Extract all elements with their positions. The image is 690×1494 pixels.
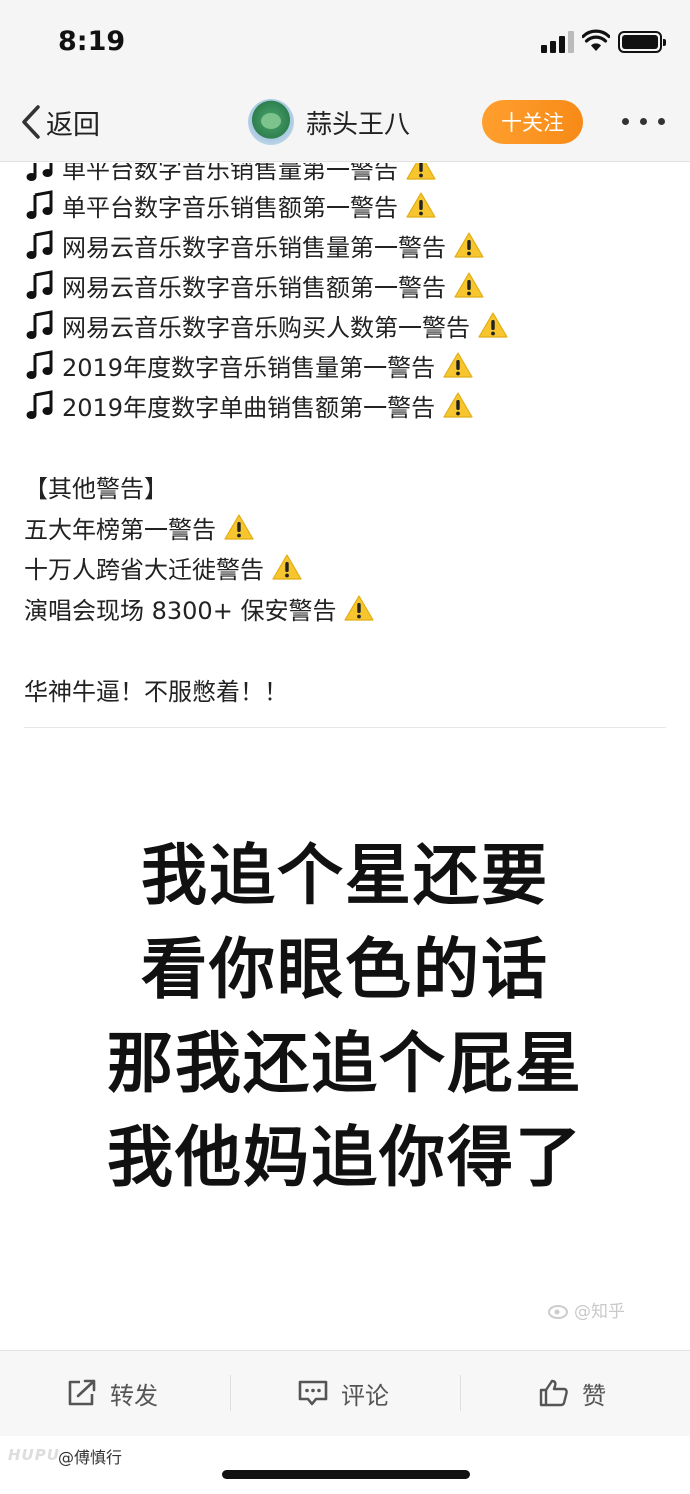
post-line: 单平台数字音乐销售额第一警告 (24, 185, 436, 225)
comment-label: 评论 (341, 1381, 389, 1410)
status-time: 8:19 (58, 26, 126, 57)
chevron-left-icon (22, 105, 40, 139)
post-line: 网易云音乐数字音乐销售额第一警告 (24, 265, 484, 305)
post-line-text: 【其他警告】 (24, 474, 168, 503)
like-label: 赞 (582, 1381, 606, 1410)
post-line-text: 十万人跨省大迁徙警告 (24, 555, 264, 584)
weibo-icon (548, 1304, 568, 1319)
post-line: 【其他警告】 (24, 466, 168, 506)
meme-line: 我他妈追你得了 (107, 1119, 583, 1196)
music-note-icon (26, 190, 53, 219)
share-icon (68, 1379, 96, 1406)
watermark-text: @知乎 (574, 1302, 625, 1322)
post-line: 网易云音乐数字音乐购买人数第一警告 (24, 305, 508, 345)
post-line-text: 网易云音乐数字音乐销售额第一警告 (62, 273, 446, 302)
post-line-text: 单平台数字音乐销售额第一警告 (62, 193, 398, 222)
post-line: 2019年度数字音乐销售量第一警告 (24, 345, 473, 385)
meme-line: 我追个星还要 (141, 837, 549, 914)
action-separator (230, 1375, 231, 1411)
warning-icon (454, 272, 484, 298)
warning-icon (272, 554, 302, 580)
repost-label: 转发 (110, 1381, 158, 1410)
post-line: 单平台数字音乐销售量第一警告 (24, 163, 436, 187)
repost-button[interactable]: 转发 (66, 1371, 158, 1415)
follow-button[interactable]: 十关注 (482, 100, 583, 144)
avatar[interactable] (248, 99, 294, 145)
post-line: 2019年度数字单曲销售额第一警告 (24, 385, 473, 425)
meme-image[interactable]: 我追个星还要 看你眼色的话 那我还追个屁星 我他妈追你得了 (0, 829, 690, 1205)
warning-icon (344, 595, 375, 621)
divider (24, 727, 666, 728)
post-line: 十万人跨省大迁徙警告 (24, 547, 302, 587)
comment-button[interactable]: 评论 (297, 1371, 389, 1415)
post-line-text: 演唱会现场 8300+ 保安警告 (24, 596, 337, 625)
cellular-signal-icon (541, 31, 575, 53)
bottom-area: HUPU @傅慎行 (0, 1436, 690, 1494)
post-line-text: 五大年榜第一警告 (24, 515, 216, 544)
warning-icon (406, 163, 436, 180)
warning-icon (406, 192, 436, 218)
post-content: 单平台数字音乐销售量第一警告单平台数字音乐销售额第一警告网易云音乐数字音乐销售量… (0, 163, 690, 1349)
warning-icon (478, 312, 508, 338)
thumbs-up-icon (539, 1379, 568, 1407)
music-note-icon (26, 270, 53, 299)
post-line: 华神牛逼！不服憋着！！ (24, 669, 288, 709)
post-line-text: 网易云音乐数字音乐销售量第一警告 (62, 233, 446, 262)
music-note-icon (26, 390, 53, 419)
action-bar: 转发 评论 赞 (0, 1350, 690, 1436)
post-line-text: 2019年度数字音乐销售量第一警告 (62, 353, 436, 382)
post-line-text: 单平台数字音乐销售量第一警告 (62, 163, 398, 184)
source-user: @傅慎行 (58, 1448, 123, 1467)
music-note-icon (26, 230, 53, 259)
source-watermark: HUPU (8, 1446, 60, 1464)
post-line: 网易云音乐数字音乐销售量第一警告 (24, 225, 484, 265)
more-options-icon[interactable] (622, 118, 666, 126)
post-line: 五大年榜第一警告 (24, 507, 254, 547)
meme-line: 看你眼色的话 (141, 931, 549, 1008)
nav-bar: 返回 蒜头王八 十关注 (0, 82, 690, 162)
post-line-text: 网易云音乐数字音乐购买人数第一警告 (62, 313, 470, 342)
back-button[interactable]: 返回 (20, 102, 100, 142)
home-indicator[interactable] (222, 1470, 470, 1479)
warning-icon (443, 392, 473, 418)
battery-icon (618, 31, 666, 53)
back-label: 返回 (46, 109, 100, 141)
post-line-text: 华神牛逼！不服憋着！！ (24, 677, 288, 706)
post-line: 演唱会现场 8300+ 保安警告 (24, 588, 375, 628)
music-note-icon (26, 350, 53, 379)
warning-icon (224, 514, 254, 540)
profile-header[interactable]: 蒜头王八 (248, 98, 410, 146)
wifi-icon (582, 29, 610, 51)
comment-icon (298, 1380, 328, 1406)
like-button[interactable]: 赞 (538, 1371, 606, 1415)
music-note-icon (26, 163, 53, 181)
page-title: 蒜头王八 (306, 109, 411, 140)
status-bar: 8:19 (0, 0, 690, 82)
action-separator (460, 1375, 461, 1411)
warning-icon (443, 352, 473, 378)
warning-icon (454, 232, 484, 258)
post-line-text: 2019年度数字单曲销售额第一警告 (62, 393, 436, 422)
music-note-icon (26, 310, 53, 339)
image-watermark: @知乎 (548, 1297, 625, 1322)
meme-line: 那我还追个屁星 (107, 1025, 583, 1102)
